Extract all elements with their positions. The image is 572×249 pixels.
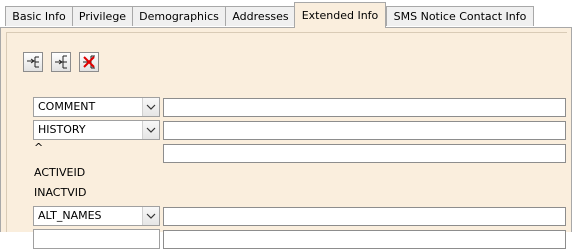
tab-label: SMS Notice Contact Info: [393, 10, 527, 23]
tab-bar: Basic Info Privilege Demographics Addres…: [0, 0, 572, 28]
attribute-select-history[interactable]: HISTORY: [33, 120, 160, 140]
tab-label: Basic Info: [12, 10, 66, 23]
tab-extended-info[interactable]: Extended Info: [294, 2, 386, 28]
delete-branch-button[interactable]: [79, 52, 99, 72]
inactvid-label: INACTVID: [34, 186, 87, 199]
caret-value-field[interactable]: [163, 144, 566, 163]
tab-basic-info[interactable]: Basic Info: [5, 6, 73, 26]
expand-tree-button[interactable]: [23, 52, 43, 72]
delete-branch-icon: [83, 55, 95, 69]
dropdown-button[interactable]: [142, 121, 159, 139]
select-value: HISTORY: [38, 123, 86, 136]
add-branch-icon: [55, 55, 67, 69]
add-branch-button[interactable]: [51, 52, 71, 72]
chevron-down-icon: [146, 127, 156, 133]
attribute-select-comment[interactable]: COMMENT: [33, 97, 160, 117]
tab-addresses[interactable]: Addresses: [225, 6, 296, 26]
activeid-label: ACTIVEID: [34, 166, 86, 179]
tab-label: Privilege: [78, 10, 127, 23]
history-value-field[interactable]: [163, 121, 566, 140]
tab-demographics[interactable]: Demographics: [132, 6, 226, 26]
select-value: ALT_NAMES: [38, 209, 102, 222]
tab-label: Demographics: [139, 10, 219, 23]
alt-names-value-field[interactable]: [163, 207, 566, 226]
dropdown-button[interactable]: [142, 207, 159, 225]
tab-label: Addresses: [232, 10, 289, 23]
dropdown-button[interactable]: [142, 98, 159, 116]
attribute-select-next[interactable]: [33, 229, 160, 249]
chevron-down-icon: [146, 213, 156, 219]
chevron-down-icon: [146, 104, 156, 110]
attribute-select-alt-names[interactable]: ALT_NAMES: [33, 206, 160, 226]
comment-value-field[interactable]: [163, 98, 566, 117]
tab-privilege[interactable]: Privilege: [72, 6, 133, 26]
select-value: COMMENT: [38, 100, 96, 113]
tab-sms-notice-contact-info[interactable]: SMS Notice Contact Info: [386, 6, 534, 26]
expand-tree-icon: [27, 56, 39, 68]
caret-label: ^: [34, 141, 44, 154]
tab-label: Extended Info: [301, 9, 379, 22]
